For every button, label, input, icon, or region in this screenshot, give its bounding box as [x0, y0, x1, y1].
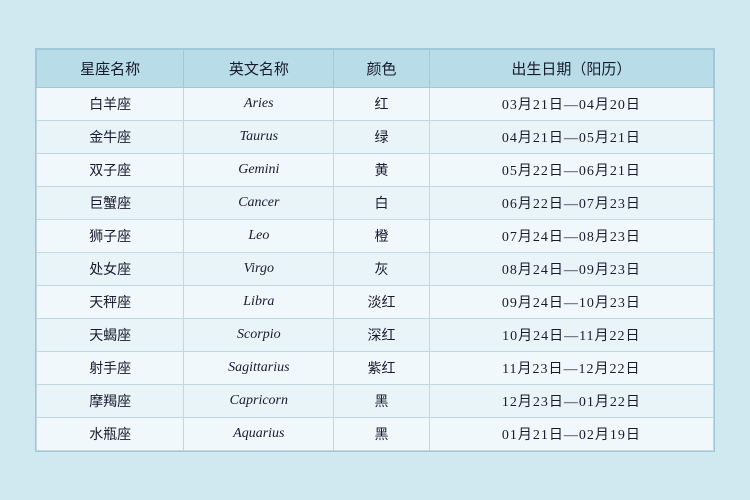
- chinese-name-cell: 处女座: [37, 253, 184, 286]
- chinese-name-cell: 金牛座: [37, 121, 184, 154]
- table-row: 水瓶座Aquarius黑01月21日—02月19日: [37, 418, 714, 451]
- chinese-name-cell: 天秤座: [37, 286, 184, 319]
- table-row: 天蝎座Scorpio深红10月24日—11月22日: [37, 319, 714, 352]
- chinese-name-cell: 射手座: [37, 352, 184, 385]
- dates-cell: 09月24日—10月23日: [429, 286, 713, 319]
- table-row: 白羊座Aries红03月21日—04月20日: [37, 88, 714, 121]
- table-header-row: 星座名称 英文名称 颜色 出生日期（阳历）: [37, 50, 714, 88]
- dates-cell: 10月24日—11月22日: [429, 319, 713, 352]
- chinese-name-cell: 摩羯座: [37, 385, 184, 418]
- english-name-cell: Sagittarius: [184, 352, 334, 385]
- color-cell: 黄: [334, 154, 429, 187]
- header-chinese-name: 星座名称: [37, 50, 184, 88]
- zodiac-table: 星座名称 英文名称 颜色 出生日期（阳历） 白羊座Aries红03月21日—04…: [36, 49, 714, 451]
- chinese-name-cell: 双子座: [37, 154, 184, 187]
- english-name-cell: Aquarius: [184, 418, 334, 451]
- dates-cell: 04月21日—05月21日: [429, 121, 713, 154]
- color-cell: 紫红: [334, 352, 429, 385]
- color-cell: 灰: [334, 253, 429, 286]
- color-cell: 绿: [334, 121, 429, 154]
- chinese-name-cell: 狮子座: [37, 220, 184, 253]
- dates-cell: 03月21日—04月20日: [429, 88, 713, 121]
- color-cell: 白: [334, 187, 429, 220]
- color-cell: 深红: [334, 319, 429, 352]
- zodiac-table-container: 星座名称 英文名称 颜色 出生日期（阳历） 白羊座Aries红03月21日—04…: [35, 48, 715, 452]
- color-cell: 黑: [334, 418, 429, 451]
- color-cell: 橙: [334, 220, 429, 253]
- color-cell: 红: [334, 88, 429, 121]
- table-row: 摩羯座Capricorn黑12月23日—01月22日: [37, 385, 714, 418]
- chinese-name-cell: 白羊座: [37, 88, 184, 121]
- english-name-cell: Leo: [184, 220, 334, 253]
- color-cell: 黑: [334, 385, 429, 418]
- table-row: 狮子座Leo橙07月24日—08月23日: [37, 220, 714, 253]
- chinese-name-cell: 天蝎座: [37, 319, 184, 352]
- dates-cell: 05月22日—06月21日: [429, 154, 713, 187]
- dates-cell: 12月23日—01月22日: [429, 385, 713, 418]
- table-body: 白羊座Aries红03月21日—04月20日金牛座Taurus绿04月21日—0…: [37, 88, 714, 451]
- chinese-name-cell: 巨蟹座: [37, 187, 184, 220]
- english-name-cell: Gemini: [184, 154, 334, 187]
- english-name-cell: Taurus: [184, 121, 334, 154]
- table-row: 处女座Virgo灰08月24日—09月23日: [37, 253, 714, 286]
- english-name-cell: Capricorn: [184, 385, 334, 418]
- header-color: 颜色: [334, 50, 429, 88]
- table-row: 金牛座Taurus绿04月21日—05月21日: [37, 121, 714, 154]
- dates-cell: 06月22日—07月23日: [429, 187, 713, 220]
- english-name-cell: Aries: [184, 88, 334, 121]
- color-cell: 淡红: [334, 286, 429, 319]
- dates-cell: 11月23日—12月22日: [429, 352, 713, 385]
- english-name-cell: Libra: [184, 286, 334, 319]
- english-name-cell: Virgo: [184, 253, 334, 286]
- english-name-cell: Cancer: [184, 187, 334, 220]
- table-row: 双子座Gemini黄05月22日—06月21日: [37, 154, 714, 187]
- table-row: 巨蟹座Cancer白06月22日—07月23日: [37, 187, 714, 220]
- table-row: 天秤座Libra淡红09月24日—10月23日: [37, 286, 714, 319]
- chinese-name-cell: 水瓶座: [37, 418, 184, 451]
- header-english-name: 英文名称: [184, 50, 334, 88]
- english-name-cell: Scorpio: [184, 319, 334, 352]
- dates-cell: 08月24日—09月23日: [429, 253, 713, 286]
- table-row: 射手座Sagittarius紫红11月23日—12月22日: [37, 352, 714, 385]
- header-dates: 出生日期（阳历）: [429, 50, 713, 88]
- dates-cell: 01月21日—02月19日: [429, 418, 713, 451]
- dates-cell: 07月24日—08月23日: [429, 220, 713, 253]
